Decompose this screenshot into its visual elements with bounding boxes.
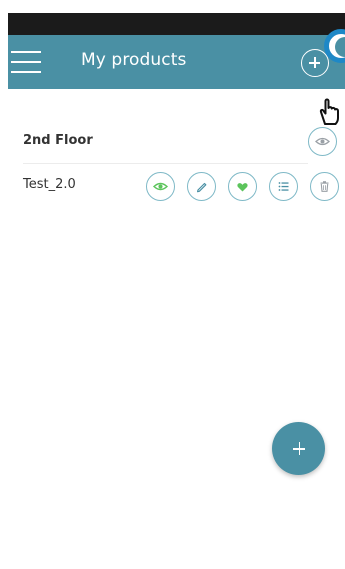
status-bar bbox=[8, 13, 345, 35]
product-name: Test_2.0 bbox=[23, 177, 76, 192]
plus-stroke bbox=[298, 442, 300, 455]
eye-icon bbox=[315, 137, 330, 146]
group-name: 2nd Floor bbox=[23, 133, 93, 148]
hamburger-menu-icon bbox=[11, 51, 41, 53]
details-product-button[interactable] bbox=[269, 172, 298, 201]
product-row[interactable]: Test_2.0 bbox=[8, 167, 345, 203]
hamburger-line bbox=[11, 61, 41, 63]
fab-add-button[interactable] bbox=[272, 422, 325, 475]
group-row[interactable]: 2nd Floor bbox=[8, 125, 345, 161]
delete-product-button[interactable] bbox=[310, 172, 339, 201]
edit-product-button[interactable] bbox=[187, 172, 216, 201]
heart-icon bbox=[237, 183, 248, 192]
app-screen: My products 2nd Floor Test_2.0 bbox=[0, 0, 345, 569]
favorite-product-button[interactable] bbox=[228, 172, 257, 201]
highlight-dot bbox=[335, 37, 345, 57]
view-product-button[interactable] bbox=[146, 172, 175, 201]
app-bar: My products bbox=[8, 35, 345, 89]
list-icon bbox=[278, 182, 289, 191]
pencil-icon bbox=[197, 182, 207, 193]
products-list: 2nd Floor Test_2.0 bbox=[8, 89, 345, 569]
plus-stroke bbox=[314, 57, 316, 68]
hand-pointer-icon bbox=[319, 98, 339, 125]
left-margin bbox=[0, 0, 8, 569]
hamburger-line bbox=[11, 71, 41, 73]
eye-icon bbox=[152, 182, 169, 191]
page-title: My products bbox=[81, 50, 187, 70]
view-group-button[interactable] bbox=[308, 127, 337, 156]
divider bbox=[23, 163, 308, 164]
trash-icon bbox=[320, 181, 329, 192]
menu-button[interactable] bbox=[11, 47, 45, 77]
top-margin bbox=[8, 0, 345, 13]
